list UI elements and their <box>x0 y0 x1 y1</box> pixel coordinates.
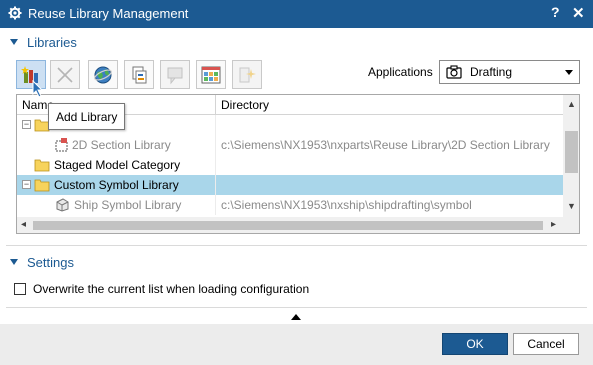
reload-button[interactable] <box>232 60 262 89</box>
tree-row-name: Ship Symbol Library <box>74 198 182 212</box>
window-title: Reuse Library Management <box>28 6 189 21</box>
scroll-left-arrow-icon[interactable]: ◂ <box>21 219 26 230</box>
horizontal-scroll-thumb[interactable] <box>33 221 543 230</box>
tree-row-directory: c:\Siemens\NX1953\nxship\shipdrafting\sy… <box>221 198 472 212</box>
folder-icon <box>34 159 50 172</box>
row-separator <box>215 135 216 155</box>
globe-icon <box>94 66 112 83</box>
edit-properties-button[interactable] <box>160 60 190 89</box>
folder-icon <box>34 179 50 192</box>
dropdown-caret-icon <box>565 70 573 75</box>
section-divider <box>6 307 587 308</box>
applications-dropdown[interactable]: Drafting <box>439 60 580 84</box>
scrollbar-corner <box>563 217 579 233</box>
tree-row[interactable]: − Custom Symbol Library <box>17 175 563 195</box>
symbol-library-icon <box>56 198 69 212</box>
row-separator <box>215 115 216 135</box>
palette-grid-icon <box>201 66 221 83</box>
settings-section-header[interactable]: Settings <box>10 253 74 271</box>
vertical-scrollbar[interactable]: ▲ ▼ <box>563 95 579 217</box>
palette-view-button[interactable] <box>196 60 226 89</box>
scroll-right-arrow-icon[interactable]: ▸ <box>551 219 556 230</box>
reload-star-icon <box>239 67 256 82</box>
row-separator <box>215 155 216 175</box>
properties-icon <box>167 67 183 84</box>
collapse-expander-icon[interactable]: − <box>22 120 31 129</box>
add-library-tooltip: Add Library <box>48 103 125 130</box>
tree-row-name: Custom Symbol Library <box>54 178 179 192</box>
expand-up-arrow-icon[interactable] <box>291 314 301 320</box>
scroll-up-arrow-icon[interactable]: ▲ <box>567 99 576 109</box>
delete-x-icon <box>57 66 73 83</box>
horizontal-scrollbar[interactable]: ◂ ▸ <box>17 217 563 233</box>
help-button[interactable]: ? <box>551 4 560 20</box>
mouse-cursor-icon <box>32 80 44 98</box>
chain-link-icon <box>132 66 147 83</box>
scroll-down-arrow-icon[interactable]: ▼ <box>567 201 576 211</box>
tree-row[interactable]: 2D Section Library c:\Siemens\NX1953\nxp… <box>17 135 563 155</box>
title-bar: Reuse Library Management ? ✕ <box>0 0 593 28</box>
drafting-camera-icon <box>446 65 462 79</box>
link-library-button[interactable] <box>124 60 154 89</box>
applications-label: Applications <box>368 65 433 79</box>
tree-row[interactable]: Ship Symbol Library c:\Siemens\NX1953\nx… <box>17 195 563 215</box>
collapse-triangle-icon <box>10 259 18 265</box>
column-separator[interactable] <box>215 95 216 115</box>
libraries-section-label: Libraries <box>27 34 77 50</box>
section-library-icon <box>55 138 68 152</box>
collapse-triangle-icon <box>10 39 18 45</box>
remove-library-button[interactable] <box>50 60 80 89</box>
tree-row-name: Staged Model Category <box>54 158 181 172</box>
ok-button[interactable]: OK <box>442 333 508 355</box>
overwrite-checkbox-label: Overwrite the current list when loading … <box>33 282 310 296</box>
close-button[interactable]: ✕ <box>572 4 585 22</box>
column-header-directory[interactable]: Directory <box>221 98 269 112</box>
vertical-scroll-thumb[interactable] <box>565 131 578 173</box>
overwrite-checkbox-row[interactable]: Overwrite the current list when loading … <box>14 282 309 296</box>
overwrite-checkbox[interactable] <box>14 283 26 295</box>
tree-row[interactable]: Staged Model Category <box>17 155 563 175</box>
section-divider <box>6 245 587 246</box>
web-library-button[interactable] <box>88 60 118 89</box>
row-separator <box>215 175 216 195</box>
libraries-section-header[interactable]: Libraries <box>10 33 77 51</box>
settings-section-label: Settings <box>27 254 74 270</box>
cancel-button[interactable]: Cancel <box>513 333 579 355</box>
collapse-expander-icon[interactable]: − <box>22 180 31 189</box>
row-separator <box>215 195 216 215</box>
applications-selected-value: Drafting <box>470 65 513 79</box>
tree-row-directory: c:\Siemens\NX1953\nxparts\Reuse Library\… <box>221 138 550 152</box>
tree-row-name: 2D Section Library <box>72 138 171 152</box>
gear-icon <box>8 6 22 20</box>
